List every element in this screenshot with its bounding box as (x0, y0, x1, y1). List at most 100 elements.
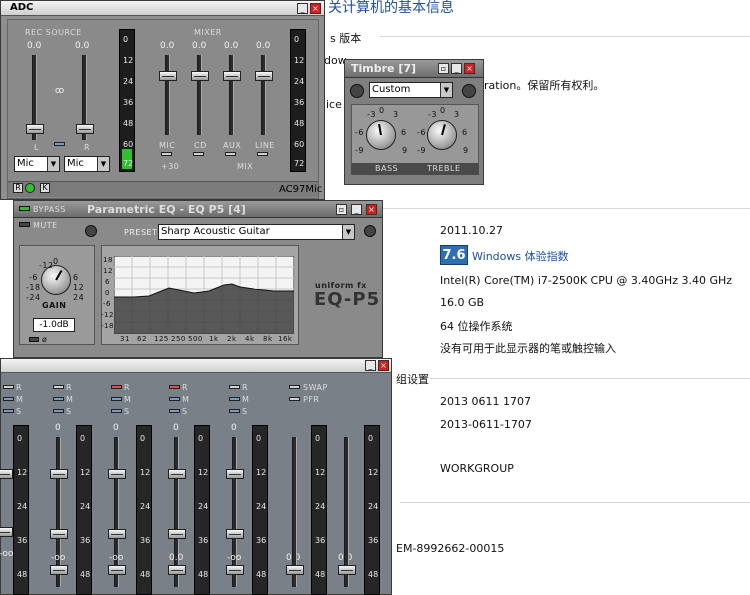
eq-close-button[interactable]: × (366, 204, 377, 215)
bass-knob[interactable] (366, 120, 396, 150)
strip-m-button[interactable] (111, 397, 122, 401)
mixer-line-slider[interactable] (255, 71, 273, 81)
bypass-led[interactable] (19, 206, 30, 211)
source-right-select[interactable]: Mic ▼ (64, 156, 110, 172)
strip-m-button[interactable] (53, 397, 64, 401)
mic-mute-button[interactable] (161, 152, 172, 156)
strip-r-button[interactable] (3, 385, 14, 389)
edition-text-3: ice (326, 98, 342, 111)
channel-fader[interactable] (168, 529, 186, 539)
strip-s-button[interactable] (229, 409, 240, 413)
strip-m-button[interactable] (229, 397, 240, 401)
lock-button[interactable]: K (40, 183, 50, 193)
strip-r-button[interactable] (111, 385, 122, 389)
strip-s-button[interactable] (53, 409, 64, 413)
chevron-down-icon[interactable]: ▼ (342, 225, 354, 239)
chevron-down-icon[interactable]: ▼ (440, 83, 452, 97)
strip-m-button[interactable] (169, 397, 180, 401)
mute-label[interactable]: MUTE (33, 221, 58, 230)
rec-left-slider[interactable] (26, 124, 44, 134)
phase-label[interactable]: ø (42, 335, 47, 344)
eq-pin-button[interactable]: ▫ (336, 204, 347, 215)
mixer-minimize-button[interactable]: _ (365, 360, 376, 371)
link-button[interactable] (54, 142, 65, 146)
channel-fader[interactable] (226, 529, 244, 539)
boost-label[interactable]: +30 (161, 162, 179, 171)
mixer-cd-slider[interactable] (191, 71, 209, 81)
close-button[interactable]: × (310, 3, 321, 14)
level-meter-left: 0 12 24 36 48 60 72 (119, 29, 135, 172)
channel-fader[interactable] (50, 529, 68, 539)
adc-titlebar[interactable]: ADC _ × (1, 1, 324, 16)
cd-mute-button[interactable] (193, 152, 204, 156)
mixer-cd-track[interactable] (197, 55, 202, 135)
timbre-preset-select[interactable]: Custom ▼ (369, 82, 453, 98)
channel-fader[interactable] (108, 529, 126, 539)
aux-mute-button[interactable] (225, 152, 236, 156)
timbre-close-button[interactable]: × (464, 63, 475, 74)
chevron-down-icon[interactable]: ▼ (97, 157, 109, 171)
link-icon[interactable]: ꝏ (55, 86, 64, 96)
strip-m-button[interactable] (3, 397, 14, 401)
chevron-down-icon[interactable]: ▼ (47, 157, 59, 171)
timbre-minimize-button[interactable]: _ (451, 63, 462, 74)
wei-score-badge[interactable]: 7.6 (440, 245, 468, 265)
mute-led[interactable] (19, 222, 30, 227)
processor-value: Intel(R) Core(TM) i7-2500K CPU @ 3.40GHz… (440, 274, 733, 287)
channel-fader[interactable] (108, 565, 126, 575)
channel-fader[interactable] (0, 527, 13, 537)
mixer-mic-track[interactable] (165, 55, 170, 135)
channel-fader[interactable] (50, 469, 68, 479)
strip-r-button[interactable] (229, 385, 240, 389)
mixer-line-track[interactable] (261, 55, 266, 135)
strip-s-button[interactable] (111, 409, 122, 413)
strip-r-button[interactable] (169, 385, 180, 389)
channel-fader[interactable] (286, 565, 304, 575)
channel-fader[interactable] (108, 469, 126, 479)
eq-preset-select[interactable]: Sharp Acoustic Guitar ▼ (158, 224, 355, 240)
bypass-label[interactable]: BYPASS (33, 205, 66, 214)
strip-r-label: R (242, 383, 249, 392)
eq-titlebar[interactable]: BYPASS Parametric EQ - EQ P5 [4] ▫ _ × (14, 201, 382, 218)
strip-r-button[interactable] (53, 385, 64, 389)
gain-value-field[interactable]: -1.0dB (33, 318, 75, 332)
eq-settings-icon[interactable] (364, 225, 376, 237)
strip-s-button[interactable] (169, 409, 180, 413)
strip-m-label: M (124, 395, 132, 404)
channel-fader[interactable] (0, 469, 13, 479)
channel-fader[interactable] (226, 469, 244, 479)
channel-meter: 0 12 24 36 48 (364, 425, 380, 595)
minimize-button[interactable]: _ (297, 3, 308, 14)
mixer-aux-track[interactable] (229, 55, 234, 135)
swap-button[interactable] (289, 385, 300, 389)
channel-fader[interactable] (168, 469, 186, 479)
timbre-settings-icon[interactable] (462, 84, 476, 98)
rec-right-slider[interactable] (76, 124, 94, 134)
channel-fader[interactable] (226, 565, 244, 575)
channel-fader[interactable] (50, 565, 68, 575)
mixer-titlebar[interactable]: _ × (1, 359, 391, 373)
rec-button[interactable]: R (13, 183, 23, 193)
wei-link[interactable]: Windows 体验指数 (472, 248, 569, 264)
mixer-aux-slider[interactable] (223, 71, 241, 81)
line-mute-button[interactable] (257, 152, 268, 156)
power-led-icon[interactable] (25, 183, 35, 193)
mixer-mic-slider[interactable] (159, 71, 177, 81)
eq-minimize-button[interactable]: _ (351, 204, 362, 215)
timbre-power-icon[interactable] (350, 84, 364, 98)
mix-label[interactable]: MIX (237, 162, 253, 171)
channel-fader[interactable] (168, 565, 186, 575)
level-meter-right: 0 12 24 36 48 60 72 (290, 29, 306, 172)
timbre-pin-button[interactable]: ▫ (438, 63, 449, 74)
phase-led[interactable] (29, 337, 39, 342)
channel-fader[interactable] (338, 565, 356, 575)
mixer-close-button[interactable]: × (378, 360, 389, 371)
eq-response-graph[interactable] (114, 256, 294, 334)
timbre-titlebar[interactable]: Timbre [7] ▫ _ × (345, 60, 483, 78)
pfr-button[interactable] (289, 397, 300, 401)
source-left-select[interactable]: Mic ▼ (14, 156, 60, 172)
eq-power-icon[interactable] (85, 225, 97, 237)
strip-s-button[interactable] (3, 409, 14, 413)
strip-s-label: S (66, 407, 72, 416)
treble-knob[interactable] (427, 120, 457, 150)
